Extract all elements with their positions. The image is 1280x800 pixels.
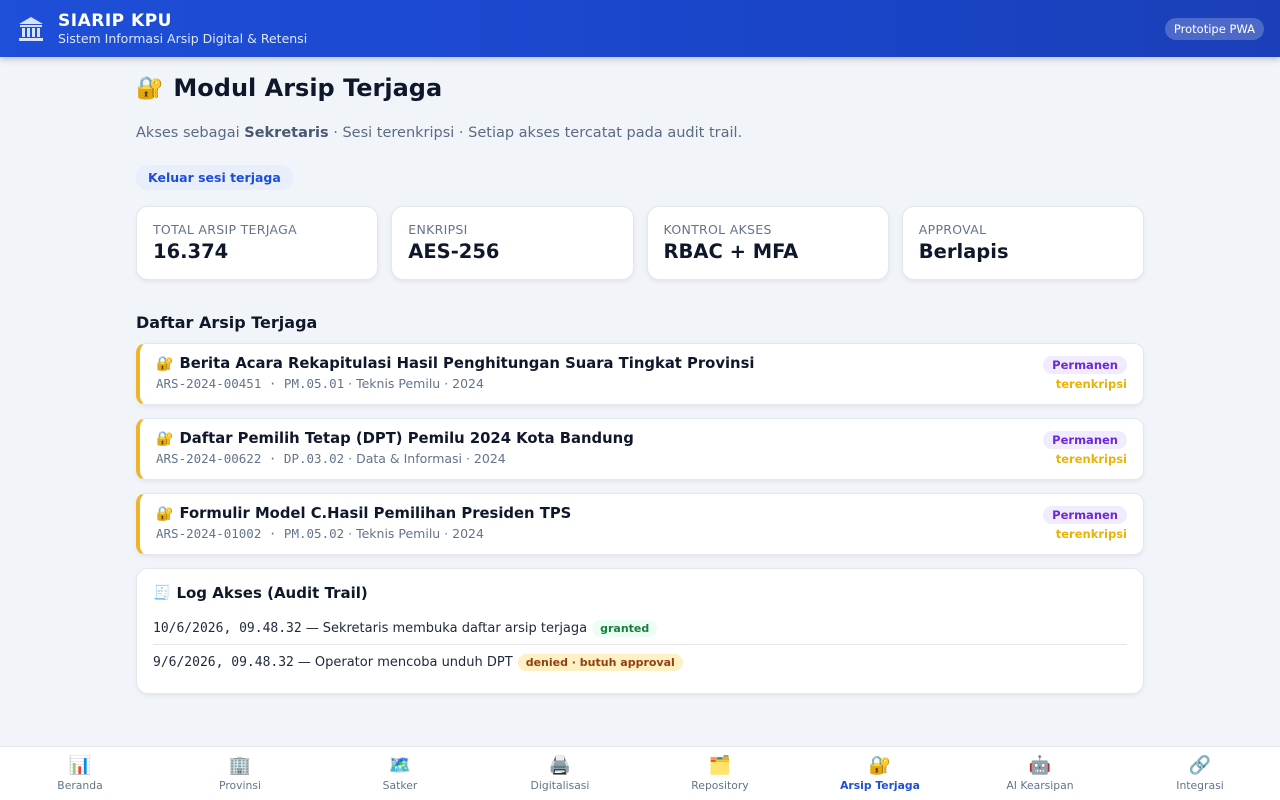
archive-meta: · Teknis Pemilu · 2024 [344, 376, 484, 391]
lock-icon: 🔐 [156, 505, 174, 522]
stat-card-encryption: ENKRIPSI AES-256 [391, 206, 634, 280]
archive-title: Berita Acara Rekapitulasi Hasil Penghitu… [179, 355, 755, 372]
stat-value: 16.374 [153, 240, 229, 263]
stat-value: Berlapis [918, 240, 1009, 263]
stats-row: TOTAL ARSIP TERJAGA 16.374 ENKRIPSI AES-… [136, 206, 1144, 280]
nav-item-repository[interactable]: 🗂️ Repository [660, 747, 780, 800]
retention-badge: Permanen [1043, 431, 1127, 449]
nav-item-arsip-terjaga[interactable]: 🔐 Arsip Terjaga [820, 747, 940, 800]
link-icon: 🔗 [1188, 755, 1212, 776]
stat-value: RBAC + MFA [663, 240, 799, 263]
stat-card-access-control: KONTROL AKSES RBAC + MFA [646, 206, 889, 280]
nav-item-ai-kearsipan[interactable]: 🤖 AI Kearsipan [980, 747, 1100, 800]
receipt-icon: 🧾 [153, 585, 171, 601]
lock-icon: 🔐 [868, 755, 892, 776]
archive-code: ARS-2024-00451 · PM.05.01 [156, 376, 345, 391]
archive-title: Formulir Model C.Hasil Pemilihan Preside… [179, 505, 572, 522]
archive-item[interactable]: 🔐 Berita Acara Rekapitulasi Hasil Penghi… [136, 343, 1144, 405]
nav-item-integrasi[interactable]: 🔗 Integrasi [1140, 747, 1260, 800]
printer-icon: 🖨️ [548, 755, 572, 776]
archive-item[interactable]: 🔐 Daftar Pemilih Tetap (DPT) Pemilu 2024… [136, 418, 1144, 480]
role-name: Sekretaris [244, 125, 329, 141]
pwa-badge: Prototipe PWA [1164, 17, 1264, 40]
lock-icon: 🔐 [156, 355, 174, 372]
archive-item[interactable]: 🔐 Formulir Model C.Hasil Pemilihan Presi… [136, 493, 1144, 555]
page-title-text: Modul Arsip Terjaga [173, 74, 443, 102]
nav-label: AI Kearsipan [1006, 779, 1074, 792]
audit-log-card: 🧾 Log Akses (Audit Trail) 10/6/2026, 09.… [136, 568, 1144, 694]
nav-label: Integrasi [1176, 779, 1224, 792]
stat-card-total: TOTAL ARSIP TERJAGA 16.374 [136, 206, 379, 280]
stat-label: APPROVAL [918, 222, 987, 237]
page-subtitle: Akses sebagai Sekretaris · Sesi terenkri… [136, 125, 1144, 141]
archive-list: 🔐 Berita Acara Rekapitulasi Hasil Penghi… [136, 343, 1144, 555]
log-entry: 10/6/2026, 09.48.32 — Sekretaris membuka… [153, 615, 1127, 645]
nav-label: Satker [382, 779, 418, 792]
nav-label: Arsip Terjaga [840, 779, 920, 792]
encryption-status: terenkripsi [1055, 452, 1127, 466]
app-header: SIARIP KPU Sistem Informasi Arsip Digita… [0, 0, 1280, 57]
status-badge: granted [592, 619, 658, 637]
lock-icon: 🔐 [136, 75, 164, 101]
archive-meta: · Teknis Pemilu · 2024 [344, 526, 484, 541]
nav-label: Provinsi [219, 779, 261, 792]
nav-label: Digitalisasi [530, 779, 590, 792]
nav-item-beranda[interactable]: 📊 Beranda [20, 747, 140, 800]
nav-item-digitalisasi[interactable]: 🖨️ Digitalisasi [500, 747, 620, 800]
log-entry: 9/6/2026, 09.48.32 — Operator mencoba un… [153, 647, 1127, 677]
log-text: Operator mencoba unduh DPT [314, 654, 513, 670]
subtitle-prefix: Akses sebagai [136, 125, 245, 141]
stat-label: ENKRIPSI [408, 222, 468, 237]
audit-log-title: Log Akses (Audit Trail) [176, 584, 368, 602]
page-title: 🔐 Modul Arsip Terjaga [136, 73, 1144, 103]
institution-icon [16, 14, 46, 44]
bottom-nav: 📊 Beranda 🏢 Provinsi 🗺️ Satker 🖨️ Digita… [0, 746, 1280, 800]
nav-item-satker[interactable]: 🗺️ Satker [340, 747, 460, 800]
building-icon: 🏢 [228, 755, 252, 776]
encryption-status: terenkripsi [1055, 377, 1127, 391]
logout-session-button[interactable]: Keluar sesi terjaga [136, 165, 293, 190]
stat-label: KONTROL AKSES [663, 222, 772, 237]
archive-code: ARS-2024-01002 · PM.05.02 [156, 526, 345, 541]
nav-label: Repository [691, 779, 749, 792]
log-text: Sekretaris membuka daftar arsip terjaga [322, 620, 588, 636]
nav-item-provinsi[interactable]: 🏢 Provinsi [180, 747, 300, 800]
stat-label: TOTAL ARSIP TERJAGA [153, 222, 297, 237]
main-content: 🔐 Modul Arsip Terjaga Akses sebagai Sekr… [136, 57, 1144, 694]
retention-badge: Permanen [1043, 506, 1127, 524]
app-title: SIARIP KPU [58, 10, 172, 31]
subtitle-suffix: · Sesi terenkripsi · Setiap akses tercat… [328, 125, 743, 141]
archive-list-title: Daftar Arsip Terjaga [136, 313, 318, 332]
log-timestamp: 10/6/2026, 09.48.32 [153, 620, 302, 636]
archive-code: ARS-2024-00622 · DP.03.02 [156, 451, 345, 466]
nav-label: Beranda [57, 779, 103, 792]
archive-meta: · Data & Informasi · 2024 [344, 451, 506, 466]
folder-icon: 🗂️ [708, 755, 732, 776]
stat-card-approval: APPROVAL Berlapis [901, 206, 1144, 280]
log-timestamp: 9/6/2026, 09.48.32 [153, 654, 294, 670]
app-subtitle: Sistem Informasi Arsip Digital & Retensi [58, 30, 308, 46]
encryption-status: terenkripsi [1055, 527, 1127, 541]
stat-value: AES-256 [408, 240, 500, 263]
archive-title: Daftar Pemilih Tetap (DPT) Pemilu 2024 K… [179, 430, 634, 447]
chart-icon: 📊 [68, 755, 92, 776]
status-badge: denied · butuh approval [517, 653, 683, 671]
map-icon: 🗺️ [388, 755, 412, 776]
lock-icon: 🔐 [156, 430, 174, 447]
retention-badge: Permanen [1043, 356, 1127, 374]
robot-icon: 🤖 [1028, 755, 1052, 776]
